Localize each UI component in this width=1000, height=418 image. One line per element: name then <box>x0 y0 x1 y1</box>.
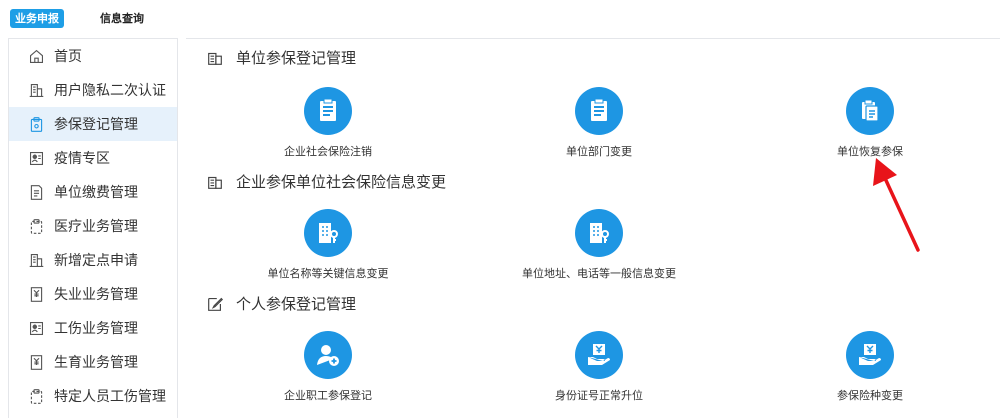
building-icon <box>27 81 45 99</box>
tile-id-number-upgrade[interactable]: 身份证号正常升位 <box>479 331 719 403</box>
sidebar-item-privacy-auth[interactable]: 用户隐私二次认证 <box>9 73 177 107</box>
sidebar-item-label: 首页 <box>54 49 82 65</box>
section-title-unit-info-change: 企业参保单位社会保险信息变更 <box>206 171 446 192</box>
tile-enterprise-insurance-cancel[interactable]: 企业社会保险注销 <box>208 87 448 159</box>
clipboard-icon <box>27 217 45 235</box>
tab-business-declaration[interactable]: 业务申报 <box>10 9 64 28</box>
sidebar-item-unemployment-business[interactable]: 失业业务管理 <box>9 277 177 311</box>
sidebar-item-unit-payment[interactable]: 单位缴费管理 <box>9 175 177 209</box>
tile-label: 身份证号正常升位 <box>555 389 643 402</box>
edit-icon <box>208 297 224 311</box>
sidebar-item-new-designated-point[interactable]: 新增定点申请 <box>9 243 177 277</box>
id-card-icon <box>27 319 45 337</box>
sidebar-item-special-personnel-injury[interactable]: 特定人员工伤管理 <box>9 379 177 413</box>
section-title-unit-enrollment: 单位参保登记管理 <box>206 47 356 68</box>
tile-unit-general-info-change[interactable]: 单位地址、电话等一般信息变更 <box>479 209 719 281</box>
clipboard-copy-icon <box>846 87 894 135</box>
building-icon <box>27 251 45 269</box>
top-bar: 业务申报 信息查询 <box>0 0 1000 36</box>
yen-document-icon <box>27 353 45 371</box>
building-icon <box>208 176 222 189</box>
building-key-icon <box>575 209 623 257</box>
tile-label: 单位名称等关键信息变更 <box>267 267 389 280</box>
sidebar-item-label: 疫情专区 <box>54 151 110 167</box>
yen-hand-icon <box>575 331 623 379</box>
sidebar-item-work-injury-business[interactable]: 工伤业务管理 <box>9 311 177 345</box>
document-list-icon <box>575 87 623 135</box>
tile-label: 企业职工参保登记 <box>284 389 372 402</box>
tile-label: 单位部门变更 <box>566 145 632 158</box>
sidebar: 首页 用户隐私二次认证 参保登记管理 疫情专区 单位缴费管理 医疗业务管理 新增… <box>8 38 178 418</box>
tile-insurance-type-change[interactable]: 参保险种变更 <box>750 331 990 403</box>
sidebar-item-maternity-business[interactable]: 生育业务管理 <box>9 345 177 379</box>
tile-employee-enrollment-registration[interactable]: 企业职工参保登记 <box>208 331 448 403</box>
id-card-icon <box>27 149 45 167</box>
building-icon <box>208 52 222 65</box>
sidebar-item-label: 单位缴费管理 <box>54 185 138 201</box>
yen-hand-icon <box>846 331 894 379</box>
tile-unit-restore-enrollment[interactable]: 单位恢复参保 <box>750 87 990 159</box>
section-title-text: 个人参保登记管理 <box>236 295 357 313</box>
sidebar-item-label: 医疗业务管理 <box>54 219 138 235</box>
building-key-icon <box>304 209 352 257</box>
tile-label: 单位恢复参保 <box>837 145 903 158</box>
tile-label: 参保险种变更 <box>837 389 903 402</box>
main-content: 单位参保登记管理 企业社会保险注销 单位部门变更 单位恢复参保 企业参保单位社会… <box>186 38 1000 418</box>
sidebar-item-label: 特定人员工伤管理 <box>54 389 166 405</box>
sidebar-item-enrollment-registration[interactable]: 参保登记管理 <box>9 107 177 141</box>
section-title-text: 企业参保单位社会保险信息变更 <box>236 173 447 191</box>
user-add-icon <box>304 331 352 379</box>
document-icon <box>27 183 45 201</box>
document-list-icon <box>304 87 352 135</box>
tile-label: 单位地址、电话等一般信息变更 <box>522 267 676 280</box>
sidebar-item-label: 失业业务管理 <box>54 287 138 303</box>
yen-document-icon <box>27 285 45 303</box>
sidebar-item-home[interactable]: 首页 <box>9 39 177 73</box>
sidebar-item-label: 参保登记管理 <box>54 117 138 133</box>
section-title-personal-enrollment: 个人参保登记管理 <box>206 293 356 314</box>
tab-info-query[interactable]: 信息查询 <box>100 9 144 28</box>
home-icon <box>27 47 45 65</box>
clipboard-icon <box>27 387 45 405</box>
tile-unit-key-info-change[interactable]: 单位名称等关键信息变更 <box>208 209 448 281</box>
sidebar-item-medical-business[interactable]: 医疗业务管理 <box>9 209 177 243</box>
tile-label: 企业社会保险注销 <box>284 145 372 158</box>
sidebar-item-label: 工伤业务管理 <box>54 321 138 337</box>
sidebar-item-label: 用户隐私二次认证 <box>54 83 166 99</box>
sidebar-item-label: 新增定点申请 <box>54 253 138 269</box>
sidebar-item-epidemic-zone[interactable]: 疫情专区 <box>9 141 177 175</box>
tile-unit-department-change[interactable]: 单位部门变更 <box>479 87 719 159</box>
section-title-text: 单位参保登记管理 <box>236 49 357 67</box>
sidebar-item-label: 生育业务管理 <box>54 355 138 371</box>
clipboard-icon <box>27 115 45 133</box>
